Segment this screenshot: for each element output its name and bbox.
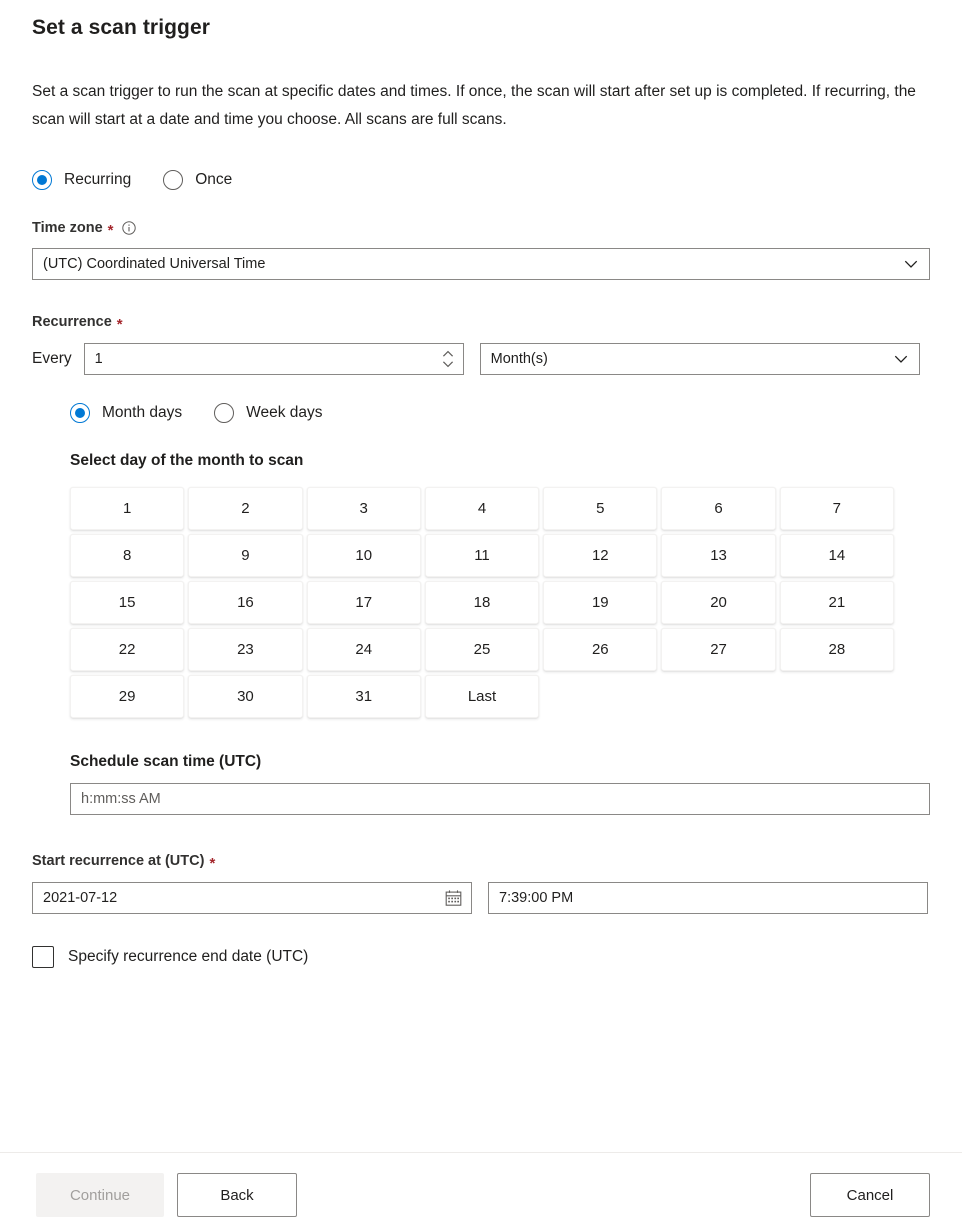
- start-recurrence-row: 2021-07-12: [32, 882, 930, 914]
- radio-label-month-days: Month days: [102, 403, 182, 423]
- day-cell-placeholder: [661, 675, 775, 718]
- day-select-heading: Select day of the month to scan: [70, 451, 930, 471]
- day-cell[interactable]: 1: [70, 487, 184, 530]
- interval-unit-value: Month(s): [491, 344, 548, 374]
- day-cell[interactable]: 9: [188, 534, 302, 577]
- specify-end-date-checkbox-row[interactable]: Specify recurrence end date (UTC): [32, 946, 930, 968]
- cancel-button[interactable]: Cancel: [810, 1173, 930, 1217]
- day-cell[interactable]: 22: [70, 628, 184, 671]
- time-zone-dropdown[interactable]: (UTC) Coordinated Universal Time: [32, 248, 930, 280]
- day-cell[interactable]: 12: [543, 534, 657, 577]
- start-recurrence-label-text: Start recurrence at (UTC): [32, 851, 204, 871]
- time-zone-label: Time zone *: [32, 218, 930, 238]
- day-cell[interactable]: 18: [425, 581, 539, 624]
- radio-icon-once: [163, 170, 183, 190]
- radio-option-week-days[interactable]: Week days: [214, 403, 322, 423]
- start-recurrence-label: Start recurrence at (UTC) *: [32, 851, 930, 871]
- day-cell[interactable]: 17: [307, 581, 421, 624]
- recurrence-label-text: Recurrence: [32, 312, 112, 332]
- day-cell[interactable]: 19: [543, 581, 657, 624]
- schedule-scan-time-placeholder: h:mm:ss AM: [81, 784, 161, 814]
- day-cell[interactable]: 7: [780, 487, 894, 530]
- stepper-arrows-icon[interactable]: [440, 350, 456, 368]
- day-cell[interactable]: 5: [543, 487, 657, 530]
- radio-icon-month-days: [70, 403, 90, 423]
- time-zone-value: (UTC) Coordinated Universal Time: [43, 249, 265, 279]
- radio-label-week-days: Week days: [246, 403, 322, 423]
- page-title: Set a scan trigger: [32, 0, 930, 42]
- info-icon[interactable]: [122, 221, 136, 235]
- panel-content: Set a scan trigger Set a scan trigger to…: [0, 0, 962, 1152]
- day-cell[interactable]: 26: [543, 628, 657, 671]
- start-time-value: 7:39:00 PM: [499, 883, 573, 913]
- specify-end-date-label: Specify recurrence end date (UTC): [68, 947, 308, 967]
- radio-option-once[interactable]: Once: [163, 170, 232, 190]
- day-cell[interactable]: 27: [661, 628, 775, 671]
- start-time-input[interactable]: 7:39:00 PM: [488, 882, 928, 914]
- scan-trigger-panel: Set a scan trigger Set a scan trigger to…: [0, 0, 962, 1231]
- day-cell[interactable]: 23: [188, 628, 302, 671]
- time-zone-label-text: Time zone: [32, 218, 103, 238]
- day-cell[interactable]: 16: [188, 581, 302, 624]
- day-cell[interactable]: 29: [70, 675, 184, 718]
- day-cell[interactable]: 4: [425, 487, 539, 530]
- chevron-down-icon: [903, 256, 919, 272]
- day-cell[interactable]: 11: [425, 534, 539, 577]
- footer-bar: Continue Back Cancel: [0, 1152, 962, 1231]
- recurrence-label: Recurrence *: [32, 312, 930, 332]
- day-cell[interactable]: 2: [188, 487, 302, 530]
- day-cell[interactable]: 15: [70, 581, 184, 624]
- interval-unit-dropdown[interactable]: Month(s): [480, 343, 920, 375]
- trigger-type-radio-group: Recurring Once: [32, 170, 930, 190]
- start-date-value: 2021-07-12: [43, 883, 117, 913]
- interval-value: 1: [95, 344, 103, 374]
- checkbox-icon[interactable]: [32, 946, 54, 968]
- day-cell[interactable]: 25: [425, 628, 539, 671]
- day-cell[interactable]: 20: [661, 581, 775, 624]
- radio-option-recurring[interactable]: Recurring: [32, 170, 131, 190]
- start-date-input[interactable]: 2021-07-12: [32, 882, 472, 914]
- recurrence-interval-row: Every 1 Month(s): [32, 343, 930, 375]
- day-cell[interactable]: 8: [70, 534, 184, 577]
- month-day-grid: 1234567891011121314151617181920212223242…: [70, 487, 894, 718]
- required-asterisk: *: [117, 317, 123, 332]
- back-button[interactable]: Back: [177, 1173, 297, 1217]
- day-cell[interactable]: 3: [307, 487, 421, 530]
- continue-button[interactable]: Continue: [36, 1173, 164, 1217]
- time-zone-field-wrap: (UTC) Coordinated Universal Time: [32, 248, 930, 280]
- day-cell[interactable]: 24: [307, 628, 421, 671]
- page-description: Set a scan trigger to run the scan at sp…: [32, 42, 930, 134]
- day-cell-placeholder: [780, 675, 894, 718]
- required-asterisk: *: [108, 223, 114, 238]
- radio-icon-recurring: [32, 170, 52, 190]
- radio-icon-week-days: [214, 403, 234, 423]
- day-cell[interactable]: 13: [661, 534, 775, 577]
- radio-label-once: Once: [195, 170, 232, 190]
- schedule-scan-time-input[interactable]: h:mm:ss AM: [70, 783, 930, 815]
- day-cell[interactable]: 30: [188, 675, 302, 718]
- chevron-down-icon: [893, 351, 909, 367]
- day-cell[interactable]: 10: [307, 534, 421, 577]
- day-cell[interactable]: 6: [661, 487, 775, 530]
- radio-label-recurring: Recurring: [64, 170, 131, 190]
- day-cell[interactable]: 14: [780, 534, 894, 577]
- every-label: Every: [32, 350, 72, 368]
- calendar-icon[interactable]: [445, 890, 462, 907]
- day-cell[interactable]: Last: [425, 675, 539, 718]
- radio-option-month-days[interactable]: Month days: [70, 403, 182, 423]
- recurrence-mode-radio-group: Month days Week days: [70, 403, 930, 423]
- interval-stepper[interactable]: 1: [84, 343, 464, 375]
- schedule-scan-time-label: Schedule scan time (UTC): [70, 752, 930, 772]
- day-cell-placeholder: [543, 675, 657, 718]
- day-cell[interactable]: 31: [307, 675, 421, 718]
- required-asterisk: *: [209, 856, 215, 871]
- day-cell[interactable]: 28: [780, 628, 894, 671]
- day-cell[interactable]: 21: [780, 581, 894, 624]
